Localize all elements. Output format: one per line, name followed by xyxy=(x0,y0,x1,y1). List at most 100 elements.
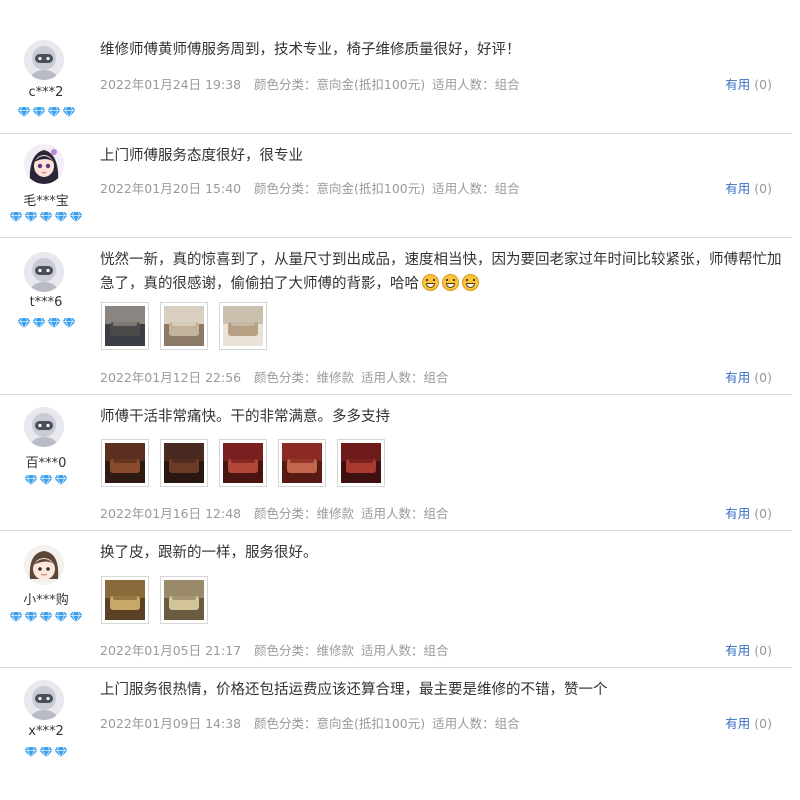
diamond-icon xyxy=(9,611,23,624)
member-level-gems xyxy=(0,474,92,487)
people-value: 组合 xyxy=(423,643,449,658)
review-date: 2022年01月12日 22:56 xyxy=(100,370,242,385)
review-text: 维修师傅黄师傅服务周到，技术专业，椅子维修质量很好，好评！ xyxy=(100,42,521,58)
color-label: 颜色分类： xyxy=(254,181,317,196)
people-value: 组合 xyxy=(423,370,449,385)
username[interactable]: t***6 xyxy=(0,295,92,310)
color-value: 维修款 xyxy=(316,506,355,521)
avatar-image xyxy=(24,252,64,292)
helpful-count: (0) xyxy=(754,181,772,196)
helpful-button[interactable]: 有用 (0) xyxy=(725,713,772,732)
review-photo-thumbnail[interactable] xyxy=(219,302,267,350)
username[interactable]: 百***0 xyxy=(0,452,92,471)
member-level-gems xyxy=(0,317,92,330)
people-label: 适用人数： xyxy=(432,716,495,731)
diamond-icon xyxy=(32,317,46,330)
review-photo-thumbnail[interactable] xyxy=(160,439,208,487)
helpful-count: (0) xyxy=(754,716,772,731)
helpful-button[interactable]: 有用 (0) xyxy=(725,640,772,659)
review-photo-thumbnail[interactable] xyxy=(101,302,149,350)
diamond-icon xyxy=(47,317,61,330)
review-date: 2022年01月20日 15:40 xyxy=(100,181,242,196)
member-level-gems xyxy=(0,746,92,759)
review-photo-thumbnail[interactable] xyxy=(278,439,326,487)
color-value: 意向金(抵扣100元) xyxy=(316,181,426,196)
review-photo-thumbnail[interactable] xyxy=(219,439,267,487)
review-photo-thumbnail[interactable] xyxy=(160,576,208,624)
review-text: 恍然一新，真的惊喜到了，从量尺寸到出成品，速度相当快，因为要回老家过年时间比较紧… xyxy=(100,252,782,292)
helpful-label: 有用 xyxy=(725,370,751,385)
avatar[interactable] xyxy=(24,252,64,292)
diamond-icon xyxy=(39,211,53,224)
username[interactable]: 毛***宝 xyxy=(0,190,92,209)
review-item: 百***0 师傅干活非常痛快。干的非常满意。多多支持 2022年01月16日 1… xyxy=(0,395,792,531)
color-value: 意向金(抵扣100元) xyxy=(316,716,426,731)
review-photo-thumbnail[interactable] xyxy=(337,439,385,487)
helpful-button[interactable]: 有用 (0) xyxy=(725,178,772,197)
diamond-icon xyxy=(39,746,53,759)
grinning-emoji-icon xyxy=(462,274,479,291)
avatar-image xyxy=(24,40,64,80)
username[interactable]: x***2 xyxy=(0,724,92,739)
avatar[interactable] xyxy=(24,545,64,585)
avatar[interactable] xyxy=(24,407,64,447)
people-label: 适用人数： xyxy=(432,77,495,92)
review-photo-thumbnail[interactable] xyxy=(101,439,149,487)
username[interactable]: c***2 xyxy=(0,85,92,100)
color-label: 颜色分类： xyxy=(254,506,317,521)
color-label: 颜色分类： xyxy=(254,716,317,731)
review-date: 2022年01月24日 19:38 xyxy=(100,77,242,92)
diamond-icon xyxy=(17,106,31,119)
review-meta: 2022年01月05日 21:17 颜色分类：维修款 适用人数：组合 xyxy=(100,640,456,659)
color-value: 意向金(抵扣100元) xyxy=(316,77,426,92)
helpful-label: 有用 xyxy=(725,77,751,92)
diamond-icon xyxy=(39,474,53,487)
review-text: 师傅干活非常痛快。干的非常满意。多多支持 xyxy=(100,409,390,425)
avatar-image xyxy=(24,407,64,447)
helpful-button[interactable]: 有用 (0) xyxy=(725,503,772,522)
people-label: 适用人数： xyxy=(432,181,495,196)
helpful-count: (0) xyxy=(754,77,772,92)
avatar-image xyxy=(24,144,64,184)
helpful-button[interactable]: 有用 (0) xyxy=(725,74,772,93)
people-value: 组合 xyxy=(494,716,520,731)
review-item: c***2 维修师傅黄师傅服务周到，技术专业，椅子维修质量很好，好评！ 2022… xyxy=(0,0,792,134)
review-item: 毛***宝 上门师傅服务态度很好，很专业 2022年01月20日 15:40 颜色… xyxy=(0,134,792,238)
review-photo-thumbnail[interactable] xyxy=(101,576,149,624)
people-label: 适用人数： xyxy=(361,506,424,521)
review-photo-thumbnail[interactable] xyxy=(160,302,208,350)
diamond-icon xyxy=(24,474,38,487)
color-label: 颜色分类： xyxy=(254,643,317,658)
review-meta: 2022年01月09日 14:38 颜色分类：意向金(抵扣100元) 适用人数：组合 xyxy=(100,713,527,732)
emoji-group xyxy=(419,274,479,292)
people-label: 适用人数： xyxy=(361,370,424,385)
review-item: t***6 恍然一新，真的惊喜到了，从量尺寸到出成品，速度相当快，因为要回老家过… xyxy=(0,238,792,395)
diamond-icon xyxy=(39,611,53,624)
diamond-icon xyxy=(17,317,31,330)
review-meta: 2022年01月12日 22:56 颜色分类：维修款 适用人数：组合 xyxy=(100,367,456,386)
avatar-image xyxy=(24,680,64,720)
member-level-gems xyxy=(0,106,92,119)
avatar[interactable] xyxy=(24,144,64,184)
diamond-icon xyxy=(9,211,23,224)
helpful-button[interactable]: 有用 (0) xyxy=(725,367,772,386)
review-text: 换了皮，跟新的一样，服务很好。 xyxy=(100,545,318,561)
diamond-icon xyxy=(69,611,83,624)
username[interactable]: 小***购 xyxy=(0,589,92,608)
people-value: 组合 xyxy=(494,181,520,196)
avatar[interactable] xyxy=(24,680,64,720)
review-text: 上门师傅服务态度很好，很专业 xyxy=(100,148,303,164)
avatar[interactable] xyxy=(24,40,64,80)
review-date: 2022年01月09日 14:38 xyxy=(100,716,242,731)
diamond-icon xyxy=(24,611,38,624)
review-meta: 2022年01月16日 12:48 颜色分类：维修款 适用人数：组合 xyxy=(100,503,456,522)
diamond-icon xyxy=(69,211,83,224)
helpful-label: 有用 xyxy=(725,716,751,731)
diamond-icon xyxy=(24,746,38,759)
people-value: 组合 xyxy=(423,506,449,521)
color-label: 颜色分类： xyxy=(254,77,317,92)
color-value: 维修款 xyxy=(316,370,355,385)
diamond-icon xyxy=(24,211,38,224)
review-date: 2022年01月05日 21:17 xyxy=(100,643,242,658)
diamond-icon xyxy=(32,106,46,119)
